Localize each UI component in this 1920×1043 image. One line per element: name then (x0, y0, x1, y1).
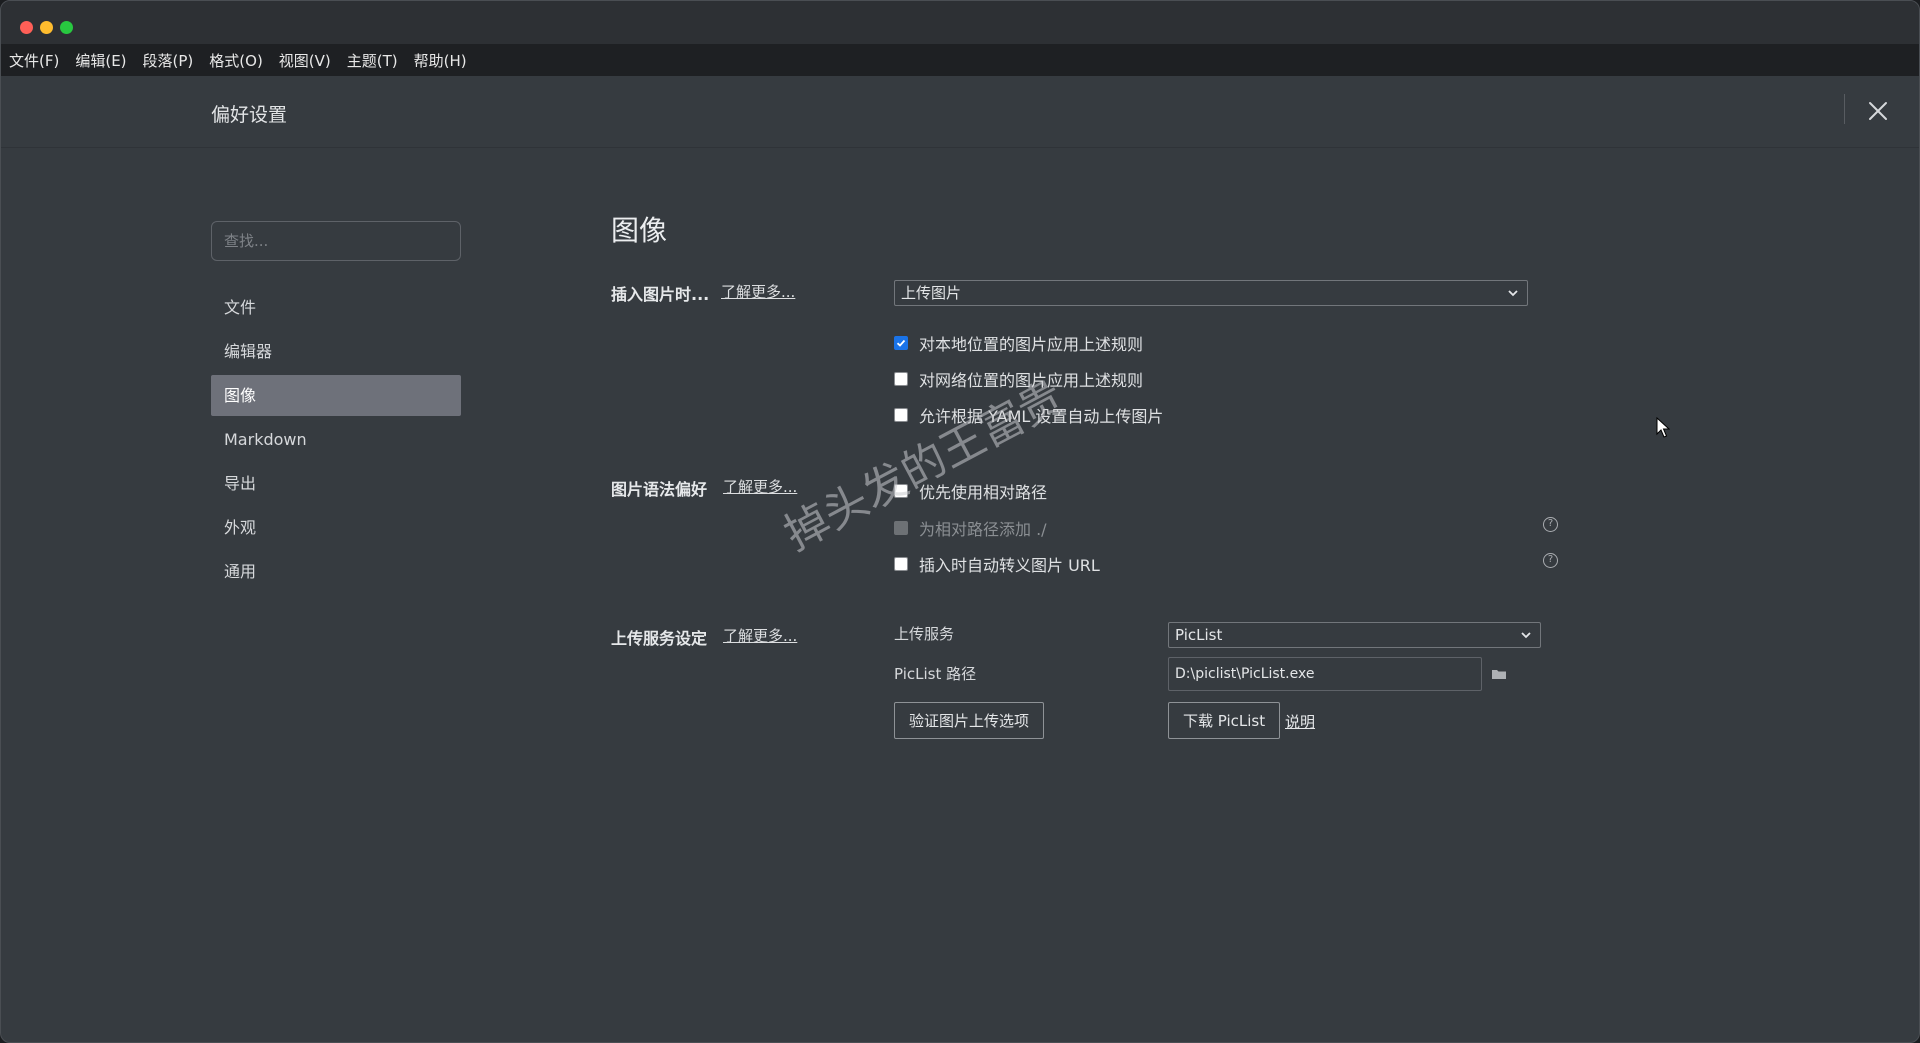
upload-service-label: 上传服务设定 (611, 629, 708, 648)
option-yaml-upload[interactable]: 允许根据 YAML 设置自动上传图片 (894, 403, 1163, 427)
relative-path-checkbox[interactable] (894, 484, 908, 498)
chevron-down-icon (1521, 632, 1531, 639)
upload-service-select-value: PicList (1175, 626, 1223, 644)
title-bar (1, 1, 1919, 44)
yaml-upload-checkbox[interactable] (894, 408, 908, 422)
preferences-header: 偏好设置 (1, 76, 1919, 148)
option-relative-path[interactable]: 优先使用相对路径 (894, 479, 1047, 503)
insert-image-select[interactable]: 上传图片 (894, 280, 1528, 306)
close-preferences-button[interactable] (1863, 96, 1893, 126)
window-minimize-button[interactable] (40, 21, 53, 34)
verify-upload-button[interactable]: 验证图片上传选项 (894, 702, 1045, 739)
preferences-sidebar: 文件 编辑器 图像 Markdown 导出 外观 通用 (211, 221, 461, 595)
menu-help[interactable]: 帮助(H) (414, 48, 467, 73)
piclist-path-label: PicList 路径 (894, 665, 977, 683)
network-images-checkbox[interactable] (894, 372, 908, 386)
piclist-path-input[interactable] (1168, 657, 1482, 691)
local-images-label: 对本地位置的图片应用上述规则 (919, 335, 1144, 354)
sidebar-item-image[interactable]: 图像 (211, 375, 461, 416)
option-escape-url[interactable]: 插入时自动转义图片 URL (894, 552, 1100, 576)
app-window: 文件(F) 编辑(E) 段落(P) 格式(O) 视图(V) 主题(T) 帮助(H… (0, 0, 1920, 1043)
option-local-images[interactable]: 对本地位置的图片应用上述规则 (894, 331, 1143, 355)
network-images-label: 对网络位置的图片应用上述规则 (919, 371, 1144, 390)
chevron-down-icon (1508, 290, 1518, 297)
folder-icon[interactable] (1491, 666, 1507, 685)
menu-file[interactable]: 文件(F) (9, 48, 59, 73)
sidebar-item-editor[interactable]: 编辑器 (211, 331, 461, 372)
local-images-checkbox[interactable] (894, 336, 908, 350)
insert-image-select-value: 上传图片 (901, 284, 962, 302)
insert-image-label: 插入图片时... (611, 285, 710, 304)
escape-url-checkbox[interactable] (894, 557, 908, 571)
syntax-learn-more-link[interactable]: 了解更多... (723, 476, 797, 497)
sidebar-item-file[interactable]: 文件 (211, 287, 461, 328)
menu-view[interactable]: 视图(V) (279, 48, 331, 73)
option-network-images[interactable]: 对网络位置的图片应用上述规则 (894, 367, 1143, 391)
option-add-dot-slash: 为相对路径添加 ./ (894, 516, 1047, 540)
sidebar-item-appearance[interactable]: 外观 (211, 507, 461, 548)
menu-format[interactable]: 格式(O) (209, 48, 263, 73)
sidebar-item-export[interactable]: 导出 (211, 463, 461, 504)
close-icon (1869, 102, 1887, 120)
menu-paragraph[interactable]: 段落(P) (143, 48, 194, 73)
menu-bar: 文件(F) 编辑(E) 段落(P) 格式(O) 视图(V) 主题(T) 帮助(H… (1, 44, 1919, 76)
relative-path-label: 优先使用相对路径 (919, 483, 1048, 502)
help-icon[interactable]: ? (1543, 517, 1558, 532)
page-title: 偏好设置 (211, 104, 288, 126)
upload-learn-more-link[interactable]: 了解更多... (723, 625, 797, 646)
sidebar-item-general[interactable]: 通用 (211, 551, 461, 592)
sidebar-nav: 文件 编辑器 图像 Markdown 导出 外观 通用 (211, 287, 461, 592)
header-divider (1844, 94, 1845, 124)
add-dot-slash-label: 为相对路径添加 ./ (919, 520, 1047, 539)
mouse-cursor-icon (1656, 417, 1670, 438)
upload-service-field-label: 上传服务 (894, 625, 955, 643)
window-maximize-button[interactable] (60, 21, 73, 34)
checkmark-icon (896, 339, 906, 347)
syntax-preference-label: 图片语法偏好 (611, 480, 708, 499)
sidebar-item-markdown[interactable]: Markdown (211, 419, 461, 460)
upload-service-select[interactable]: PicList (1168, 622, 1541, 648)
help-link[interactable]: 说明 (1285, 711, 1315, 732)
menu-theme[interactable]: 主题(T) (347, 48, 398, 73)
add-dot-slash-checkbox (894, 521, 908, 535)
window-close-button[interactable] (20, 21, 33, 34)
search-input[interactable] (211, 221, 461, 261)
download-piclist-button[interactable]: 下载 PicList (1168, 702, 1281, 739)
insert-learn-more-link[interactable]: 了解更多... (721, 281, 795, 302)
section-title: 图像 (611, 214, 668, 247)
yaml-upload-label: 允许根据 YAML 设置自动上传图片 (919, 407, 1164, 426)
escape-url-label: 插入时自动转义图片 URL (919, 556, 1100, 575)
menu-edit[interactable]: 编辑(E) (75, 48, 126, 73)
help-icon[interactable]: ? (1543, 553, 1558, 568)
